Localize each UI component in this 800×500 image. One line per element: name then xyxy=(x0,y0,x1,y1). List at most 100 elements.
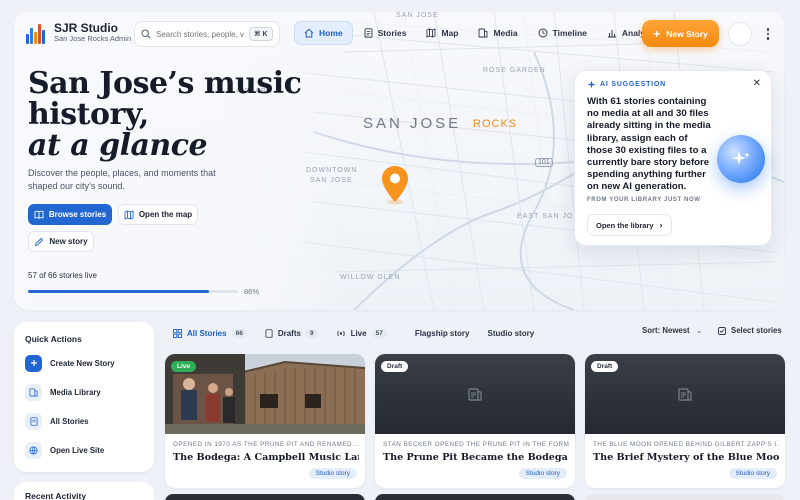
bar-chart-icon xyxy=(607,30,616,38)
search-box[interactable]: ⌘ K xyxy=(134,21,280,47)
filter-all-stories[interactable]: All Stories 66 xyxy=(166,323,254,343)
tab-stories[interactable]: Stories xyxy=(355,21,416,45)
map-label: SAN JOSE xyxy=(310,177,353,184)
new-story-link-label: New story xyxy=(49,237,88,246)
tab-media[interactable]: Media xyxy=(469,21,526,45)
brand[interactable]: SJR Studio San Jose Rocks Admin xyxy=(26,22,131,44)
ai-orb-icon xyxy=(717,135,765,183)
filter-label: Live xyxy=(350,328,367,338)
open-library-label: Open the library xyxy=(596,220,654,230)
highway-shield: 101 xyxy=(535,158,553,167)
sort-label: Sort: Newest xyxy=(642,326,690,335)
filter-studio[interactable]: Studio story xyxy=(481,323,542,343)
brand-subtitle: San Jose Rocks Admin xyxy=(54,34,132,43)
tab-home[interactable]: Home xyxy=(294,21,353,45)
story-placeholder: Draft xyxy=(585,354,785,434)
page: SAN JOSE ROSE GARDEN A CLARA DOWNTOWN SA… xyxy=(0,0,800,500)
tab-map[interactable]: Map xyxy=(417,21,467,45)
story-card[interactable]: Live OPENED IN 1970 AS THE PRUNE PIT AND… xyxy=(165,354,365,488)
map-city-accent: ROCKS xyxy=(473,118,518,130)
map-icon xyxy=(124,209,134,220)
hero-title-line: history, xyxy=(28,97,149,132)
hero-title-italic: at a glance xyxy=(28,128,208,163)
story-placeholder: Draft xyxy=(375,354,575,434)
map-pin-icon[interactable] xyxy=(381,165,409,205)
hero-lead: Discover the people, places, and moments… xyxy=(28,168,216,191)
avatar[interactable] xyxy=(728,22,752,46)
story-photo: Live xyxy=(165,354,365,434)
search-icon xyxy=(141,29,151,39)
open-map-button[interactable]: Open the map xyxy=(118,204,198,225)
tab-label: Media xyxy=(493,28,518,38)
quick-actions-title: Quick Actions xyxy=(25,334,82,344)
map-icon xyxy=(427,28,436,38)
story-card-next-row xyxy=(585,494,785,500)
quick-action-label: Open Live Site xyxy=(50,445,105,455)
hero-title: San Jose’s music history, at a glance xyxy=(28,66,302,163)
filter-live[interactable]: Live 57 xyxy=(329,323,394,343)
map-label: ROSE GARDEN xyxy=(483,67,546,74)
quick-action-all-stories[interactable]: All Stories xyxy=(25,410,145,432)
document-icon xyxy=(25,412,42,430)
search-shortcut: ⌘ K xyxy=(249,27,273,41)
quick-action-label: Create New Story xyxy=(50,358,115,368)
story-type-tag: Studio story xyxy=(728,468,777,479)
tab-label: Stories xyxy=(377,28,407,38)
recent-activity-title: Recent Activity xyxy=(25,491,87,500)
more-menu-icon[interactable] xyxy=(763,25,773,43)
media-icon xyxy=(479,28,488,38)
filter-count: 9 xyxy=(305,328,318,338)
hero-title-line: San Jose’s music xyxy=(28,66,302,101)
chevron-right-icon: › xyxy=(659,220,663,230)
story-card-next-row xyxy=(375,494,575,500)
browse-stories-button[interactable]: Browse stories xyxy=(28,204,112,225)
progress-percent: 86% xyxy=(244,287,260,296)
quick-action-media-library[interactable]: Media Library xyxy=(25,381,145,403)
select-stories-button[interactable]: Select stories xyxy=(718,326,782,335)
status-badge: Draft xyxy=(381,361,409,372)
recent-activity-panel: Recent Activity xyxy=(14,482,154,500)
filter-drafts[interactable]: Drafts 9 xyxy=(258,323,325,343)
quick-action-label: All Stories xyxy=(50,416,89,426)
ai-suggestion-text: With 61 stories containing no media at a… xyxy=(587,96,711,193)
grid-icon xyxy=(173,328,182,338)
status-badge: Live xyxy=(171,361,197,372)
new-story-button[interactable]: + New Story xyxy=(642,20,719,47)
ai-tag-label: AI SUGGESTION xyxy=(600,81,667,88)
story-title: The Brief Mystery of the Blue Moon xyxy=(593,452,779,463)
close-icon[interactable]: ✕ xyxy=(753,78,761,89)
document-icon xyxy=(265,328,273,338)
image-placeholder-icon xyxy=(678,388,692,401)
map-label: DOWNTOWN xyxy=(306,167,358,174)
filter-label: Studio story xyxy=(487,328,535,338)
quick-action-open-live-site[interactable]: Open Live Site xyxy=(25,439,145,461)
pencil-icon xyxy=(35,237,44,246)
broadcast-icon xyxy=(336,330,345,336)
select-stories-label: Select stories xyxy=(731,326,782,335)
quick-action-label: Media Library xyxy=(50,387,101,397)
main-nav: Home Stories Map Media Timeline Analytic… xyxy=(294,21,669,45)
document-icon xyxy=(364,28,373,38)
filter-flagship[interactable]: Flagship story xyxy=(408,323,477,343)
tab-timeline[interactable]: Timeline xyxy=(529,21,596,45)
story-card[interactable]: Draft THE BLUE MOON OPENED BEHIND GILBER… xyxy=(585,354,785,488)
ai-suggestion-tag: AI SUGGESTION xyxy=(587,80,666,89)
sort-dropdown[interactable]: Sort: Newest ⌄ xyxy=(642,326,702,335)
story-filters: All Stories 66 Drafts 9 Live 57 Flagship… xyxy=(166,323,545,343)
search-input[interactable] xyxy=(156,29,244,39)
new-story-link[interactable]: New story xyxy=(28,231,94,252)
map-city-label: SAN JOSE xyxy=(363,115,462,132)
brand-logo-icon xyxy=(26,22,48,44)
story-card[interactable]: Draft STAN BECKER OPENED THE PRUNE PIT I… xyxy=(375,354,575,488)
book-icon xyxy=(34,210,44,219)
story-title: The Prune Pit Became the Bodega xyxy=(383,452,568,463)
filter-label: Drafts xyxy=(277,328,301,338)
map-label: WILLOW GLEN xyxy=(340,274,401,281)
filter-label: All Stories xyxy=(187,328,227,338)
checkbox-icon xyxy=(718,326,726,335)
open-library-button[interactable]: Open the library › xyxy=(587,214,672,236)
story-type-tag: Studio story xyxy=(518,468,567,479)
new-story-label: New Story xyxy=(666,28,708,39)
quick-action-create-story[interactable]: Create New Story xyxy=(25,352,145,374)
progress-bar xyxy=(28,290,238,293)
